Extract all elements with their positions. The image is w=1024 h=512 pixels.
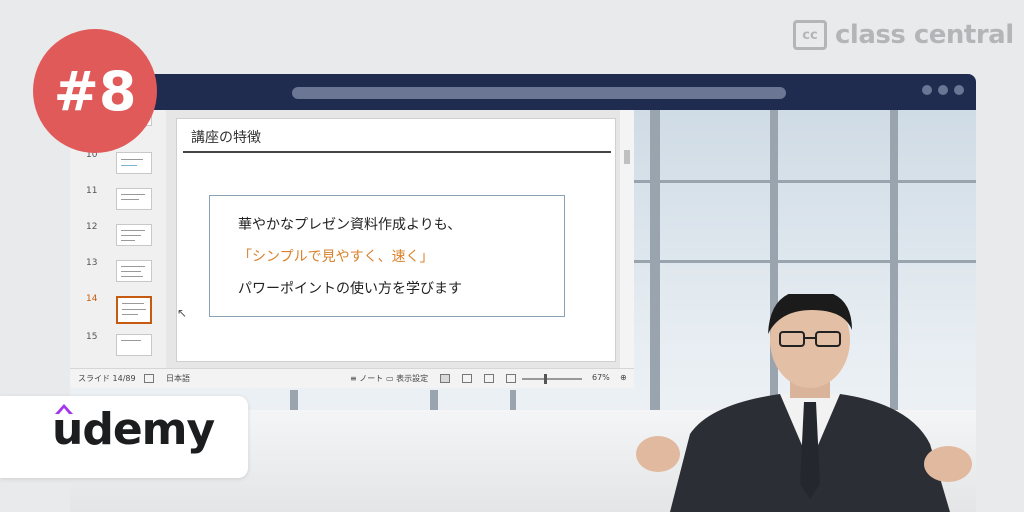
zoom-level[interactable]: 67% <box>592 373 610 382</box>
slide-counter: スライド 14/89 <box>78 374 136 383</box>
powerpoint-window: 10 11 12 13 14 15 講座の特徴 華やかなプレゼン資料作成よりも、… <box>70 104 634 388</box>
scrollbar-thumb[interactable] <box>624 150 630 164</box>
fit-to-window-icon[interactable]: ⊕ <box>620 373 627 382</box>
slide-canvas[interactable]: 講座の特徴 華やかなプレゼン資料作成よりも、 「シンプルで見やすく、速く」 パワ… <box>176 118 616 362</box>
title-divider <box>183 151 611 153</box>
display-settings-label: 表示設定 <box>396 374 429 383</box>
reading-view-icon[interactable] <box>484 374 494 383</box>
address-bar[interactable] <box>292 87 786 99</box>
slide-thumbnail[interactable]: 10 <box>70 150 166 186</box>
zoom-slider[interactable] <box>522 378 582 380</box>
slide-thumbnail-active[interactable]: 14 <box>70 294 166 330</box>
rank-badge: #8 <box>33 29 157 153</box>
notes-label: ノート <box>359 374 384 383</box>
window-control-dot[interactable] <box>938 85 948 95</box>
udemy-logo-card: udemy <box>0 396 248 478</box>
mouse-cursor-icon: ↖ <box>177 306 188 320</box>
slide-thumbnail[interactable]: 13 <box>70 258 166 294</box>
slide-sorter-icon[interactable] <box>462 374 472 383</box>
presenter-figure <box>636 294 972 512</box>
language-indicator[interactable]: 日本語 <box>166 373 190 384</box>
normal-view-icon[interactable] <box>440 374 450 383</box>
slide-number: 11 <box>86 186 98 196</box>
slide-text-highlight: 「シンプルで見やすく、速く」 <box>238 249 434 265</box>
slide-number: 14 <box>86 294 98 304</box>
class-central-wordmark: class central <box>835 20 1014 50</box>
slide-number: 15 <box>86 332 98 342</box>
notes-button[interactable]: ≡ ノート <box>350 373 383 384</box>
display-settings-button[interactable]: ▭ 表示設定 <box>386 373 428 384</box>
slide-title: 講座の特徴 <box>191 130 261 146</box>
slide-number: 13 <box>86 258 98 268</box>
slideshow-icon[interactable] <box>506 374 516 383</box>
accessibility-icon[interactable] <box>144 374 154 383</box>
slide-thumbnail[interactable]: 11 <box>70 186 166 222</box>
slide-number: 12 <box>86 222 98 232</box>
slide-text-line: パワーポイントの使い方を学びます <box>238 281 462 297</box>
udemy-wordmark: udemy <box>52 404 215 455</box>
window-controls <box>922 85 964 95</box>
window-control-dot[interactable] <box>922 85 932 95</box>
status-bar: スライド 14/89 日本語 ≡ ノート ▭ 表示設定 67% ⊕ <box>70 368 634 388</box>
window-control-dot[interactable] <box>954 85 964 95</box>
zoom-slider-knob[interactable] <box>544 374 547 384</box>
slide-text-line: 華やかなプレゼン資料作成よりも、 <box>238 217 462 233</box>
slide-thumbnail[interactable]: 15 <box>70 332 166 368</box>
cc-icon: cc <box>793 20 827 50</box>
window-titlebar <box>70 74 976 110</box>
slide-text-box[interactable]: 華やかなプレゼン資料作成よりも、 「シンプルで見やすく、速く」 パワーポイントの… <box>209 195 565 317</box>
slide-thumbnail[interactable]: 12 <box>70 222 166 258</box>
class-central-logo: cc class central <box>793 20 1014 50</box>
